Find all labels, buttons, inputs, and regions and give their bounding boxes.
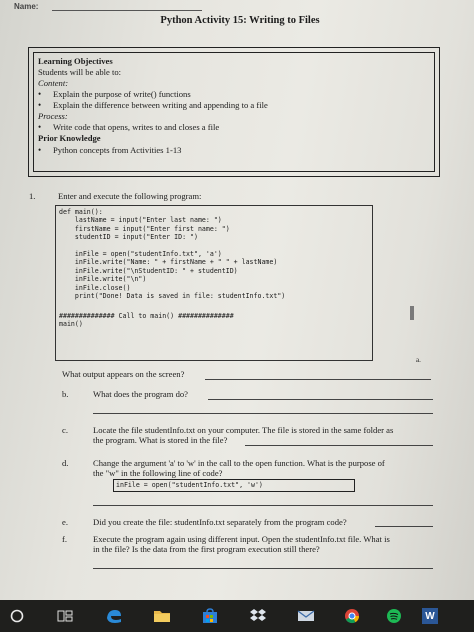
code-line: firstName = input("Enter first name: ") xyxy=(59,224,230,233)
task-view-icon[interactable] xyxy=(56,607,74,625)
question-prompt: Enter and execute the following program: xyxy=(58,191,202,201)
question-f-marker: f. xyxy=(62,534,68,544)
content-item-2: Explain the difference between writing a… xyxy=(53,100,268,110)
chrome-icon[interactable] xyxy=(342,607,362,625)
question-b-marker: b. xyxy=(62,389,69,399)
question-a-marker: a. xyxy=(416,356,421,364)
process-label: Process: xyxy=(38,111,68,121)
answer-line-a[interactable] xyxy=(205,379,431,380)
document-page: Name: Python Activity 15: Writing to Fil… xyxy=(0,0,474,600)
code-line: lastName = input("Enter last name: ") xyxy=(59,216,222,225)
name-line xyxy=(52,10,202,11)
edge-icon[interactable] xyxy=(104,607,124,625)
store-icon[interactable] xyxy=(200,607,220,625)
question-e-marker: e. xyxy=(62,517,68,527)
answer-line-e[interactable] xyxy=(375,526,433,527)
answer-line-c[interactable] xyxy=(245,445,433,446)
question-d-marker: d. xyxy=(62,458,69,468)
bullet-icon: • xyxy=(38,122,42,132)
answer-line-b2[interactable] xyxy=(93,413,433,414)
objectives-heading: Learning Objectives xyxy=(38,56,113,66)
question-b: What does the program do? xyxy=(93,389,188,399)
code-snippet: inFile = open("studentInfo.txt", 'w') xyxy=(116,481,263,489)
bullet-icon: • xyxy=(38,145,42,155)
code-line: studentID = input("Enter ID: ") xyxy=(59,233,198,242)
prior-knowledge-label: Prior Knowledge xyxy=(38,133,101,143)
bullet-icon: • xyxy=(38,100,42,110)
file-explorer-icon[interactable] xyxy=(152,607,172,625)
bullet-icon: • xyxy=(38,89,42,99)
answer-line-f[interactable] xyxy=(93,568,433,569)
question-d-line2: the "w" in the following line of code? xyxy=(93,468,223,478)
dropbox-icon[interactable] xyxy=(248,607,268,625)
question-a: What output appears on the screen? xyxy=(62,369,185,379)
objectives-intro: Students will be able to: xyxy=(38,67,122,77)
content-item-1: Explain the purpose of write() functions xyxy=(53,89,191,99)
question-e: Did you create the file: studentInfo.txt… xyxy=(93,517,347,527)
code-line: def main(): xyxy=(59,208,103,216)
code-line: inFile.write("Name: " + firstName + " " … xyxy=(59,258,278,267)
code-line: print("Done! Data is saved in file: stud… xyxy=(59,292,286,300)
pencil-mark xyxy=(410,306,414,320)
word-icon[interactable]: W xyxy=(420,607,440,625)
content-label: Content: xyxy=(38,78,69,88)
answer-line-d[interactable] xyxy=(93,505,433,506)
question-number: 1. xyxy=(29,191,36,201)
question-c-marker: c. xyxy=(62,425,68,435)
code-line: inFile.write("\n") xyxy=(59,275,147,284)
question-f-line2: in the file? Is the data from the first … xyxy=(93,544,320,554)
mail-icon[interactable] xyxy=(296,607,316,625)
prior-item-1: Python concepts from Activities 1-13 xyxy=(53,145,182,155)
start-circle-icon[interactable] xyxy=(8,607,26,625)
name-label: Name: xyxy=(14,2,39,11)
code-line: main() xyxy=(59,320,83,329)
answer-line-b[interactable] xyxy=(208,399,433,400)
process-item-1: Write code that opens, writes to and clo… xyxy=(53,122,220,132)
spotify-icon[interactable] xyxy=(384,607,404,625)
code-line: inFile.write("\nStudentID: " + studentID… xyxy=(59,266,238,275)
word-letter: W xyxy=(422,608,438,624)
code-line: inFile = open("studentInfo.txt", 'a') xyxy=(59,250,222,258)
code-line: inFile.close() xyxy=(59,283,131,292)
question-c-line2: the program. What is stored in the file? xyxy=(93,435,228,445)
page-title: Python Activity 15: Writing to Files xyxy=(160,15,320,26)
code-line: ############## Call to main() ##########… xyxy=(59,312,234,320)
